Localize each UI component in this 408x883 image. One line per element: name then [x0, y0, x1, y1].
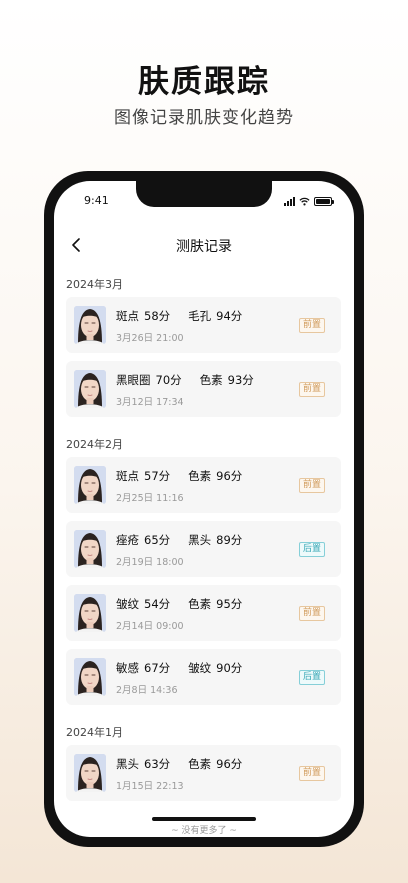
metric-score: 94分 — [216, 309, 243, 323]
camera-tag: 前置 — [298, 766, 325, 781]
metric-primary: 痤疮 65分 — [116, 532, 170, 548]
metric-name: 黑头 — [188, 533, 212, 547]
metric-name: 皱纹 — [188, 661, 212, 675]
face-photo — [74, 466, 106, 504]
metric-secondary: 毛孔 94分 — [188, 308, 242, 324]
metric-score: 90分 — [216, 661, 243, 675]
metric-secondary: 皱纹 90分 — [188, 660, 242, 676]
record-card[interactable]: 黑眼圈 70分 色素 93分 3月12日 17:34 前置 — [66, 361, 341, 417]
metric-name: 色素 — [199, 373, 223, 387]
metric-name: 敏感 — [116, 661, 139, 675]
phone-frame: 9:41 测肤记录 2024年3月 斑点 58分 毛孔 94分 3月26日 21… — [44, 171, 364, 847]
metric-primary: 黑眼圈 70分 — [116, 372, 182, 388]
camera-tag: 后置 — [298, 670, 325, 685]
phone-screen: 9:41 测肤记录 2024年3月 斑点 58分 毛孔 94分 3月26日 21… — [54, 181, 354, 837]
hero-subtitle: 图像记录肌肤变化趋势 — [114, 108, 294, 128]
record-metrics: 皱纹 54分 色素 95分 — [116, 596, 242, 612]
camera-tag: 前置 — [298, 478, 325, 493]
record-metrics: 斑点 57分 色素 96分 — [116, 468, 242, 484]
metric-secondary: 色素 96分 — [188, 756, 242, 772]
record-date: 1月15日 22:13 — [116, 781, 184, 792]
record-metrics: 斑点 58分 毛孔 94分 — [116, 308, 242, 324]
metric-primary: 黑头 63分 — [116, 756, 170, 772]
record-card[interactable]: 斑点 57分 色素 96分 2月25日 11:16 前置 — [66, 457, 341, 513]
record-card[interactable]: 黑头 63分 色素 96分 1月15日 22:13 前置 — [66, 745, 341, 801]
metric-name: 斑点 — [116, 309, 139, 323]
record-card[interactable]: 敏感 67分 皱纹 90分 2月8日 14:36 后置 — [66, 649, 341, 705]
metric-secondary: 色素 95分 — [188, 596, 242, 612]
no-more-note: ~ 没有更多了 ~ — [171, 826, 237, 836]
face-photo — [74, 306, 106, 344]
metric-score: 89分 — [216, 533, 243, 547]
metric-name: 黑眼圈 — [116, 373, 151, 387]
record-list: 2024年3月 斑点 58分 毛孔 94分 3月26日 21:00 前置 黑眼圈 70分 色素… — [54, 275, 354, 836]
metric-score: 95分 — [216, 597, 243, 611]
status-time: 9:41 — [84, 194, 109, 207]
face-photo — [74, 658, 106, 696]
hero-title: 肤质跟踪 — [138, 64, 270, 100]
month-header: 2024年1月 — [66, 726, 123, 739]
record-card[interactable]: 皱纹 54分 色素 95分 2月14日 09:00 前置 — [66, 585, 341, 641]
metric-primary: 皱纹 54分 — [116, 596, 170, 612]
month-header: 2024年2月 — [66, 438, 123, 451]
page-title: 测肤记录 — [176, 239, 232, 255]
record-metrics: 敏感 67分 皱纹 90分 — [116, 660, 242, 676]
metric-score: 96分 — [216, 757, 243, 771]
metric-score: 67分 — [144, 661, 171, 675]
metric-score: 70分 — [155, 373, 182, 387]
metric-score: 96分 — [216, 469, 243, 483]
metric-secondary: 色素 93分 — [200, 372, 254, 388]
record-metrics: 黑眼圈 70分 色素 93分 — [116, 372, 254, 388]
signal-icon — [284, 197, 295, 206]
record-date: 3月12日 17:34 — [116, 397, 184, 408]
camera-tag: 后置 — [298, 542, 325, 557]
face-photo — [74, 594, 106, 632]
metric-secondary: 色素 96分 — [188, 468, 242, 484]
metric-score: 63分 — [144, 757, 171, 771]
camera-tag: 前置 — [298, 318, 325, 333]
record-metrics: 痤疮 65分 黑头 89分 — [116, 532, 242, 548]
phone-notch — [136, 181, 272, 207]
metric-score: 58分 — [144, 309, 171, 323]
metric-primary: 斑点 58分 — [116, 308, 170, 324]
record-card[interactable]: 斑点 58分 毛孔 94分 3月26日 21:00 前置 — [66, 297, 341, 353]
face-photo — [74, 754, 106, 792]
metric-name: 色素 — [188, 757, 212, 771]
metric-name: 皱纹 — [116, 597, 139, 611]
camera-tag: 前置 — [298, 606, 325, 621]
status-icons — [284, 196, 334, 206]
metric-secondary: 黑头 89分 — [188, 532, 242, 548]
record-date: 2月8日 14:36 — [116, 685, 178, 696]
metric-score: 65分 — [144, 533, 171, 547]
home-indicator — [152, 817, 256, 821]
metric-name: 黑头 — [116, 757, 139, 771]
face-photo — [74, 530, 106, 568]
metric-score: 93分 — [227, 373, 254, 387]
metric-name: 毛孔 — [188, 309, 212, 323]
metric-name: 色素 — [188, 597, 212, 611]
record-date: 2月25日 11:16 — [116, 493, 184, 504]
metric-primary: 敏感 67分 — [116, 660, 170, 676]
face-photo — [74, 370, 106, 408]
battery-icon — [314, 197, 334, 206]
record-card[interactable]: 痤疮 65分 黑头 89分 2月19日 18:00 后置 — [66, 521, 341, 577]
wifi-icon — [299, 197, 310, 206]
metric-name: 色素 — [188, 469, 212, 483]
record-date: 3月26日 21:00 — [116, 333, 184, 344]
metric-name: 斑点 — [116, 469, 139, 483]
metric-score: 57分 — [144, 469, 171, 483]
camera-tag: 前置 — [298, 382, 325, 397]
record-date: 2月14日 09:00 — [116, 621, 184, 632]
metric-score: 54分 — [144, 597, 171, 611]
record-metrics: 黑头 63分 色素 96分 — [116, 756, 242, 772]
metric-name: 痤疮 — [116, 533, 139, 547]
month-header: 2024年3月 — [66, 278, 123, 291]
metric-primary: 斑点 57分 — [116, 468, 170, 484]
record-date: 2月19日 18:00 — [116, 557, 184, 568]
